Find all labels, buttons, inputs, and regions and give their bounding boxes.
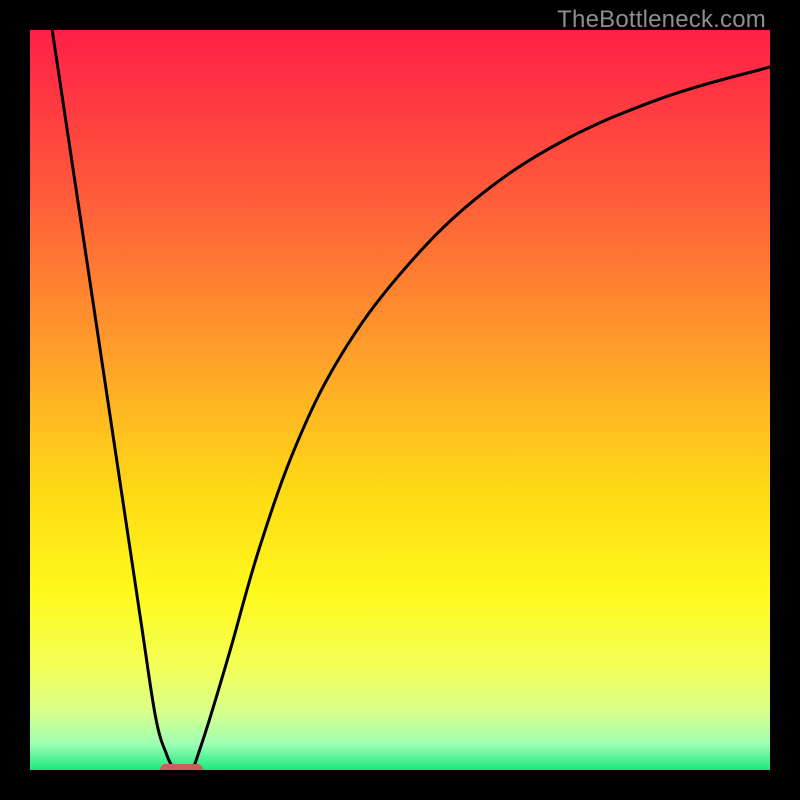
curve-left-branch [52,30,174,770]
chart-frame: TheBottleneck.com [0,0,800,800]
curve-right-branch [193,67,770,770]
bottleneck-marker [160,764,203,770]
curve-layer [30,30,770,770]
plot-area [30,30,770,770]
